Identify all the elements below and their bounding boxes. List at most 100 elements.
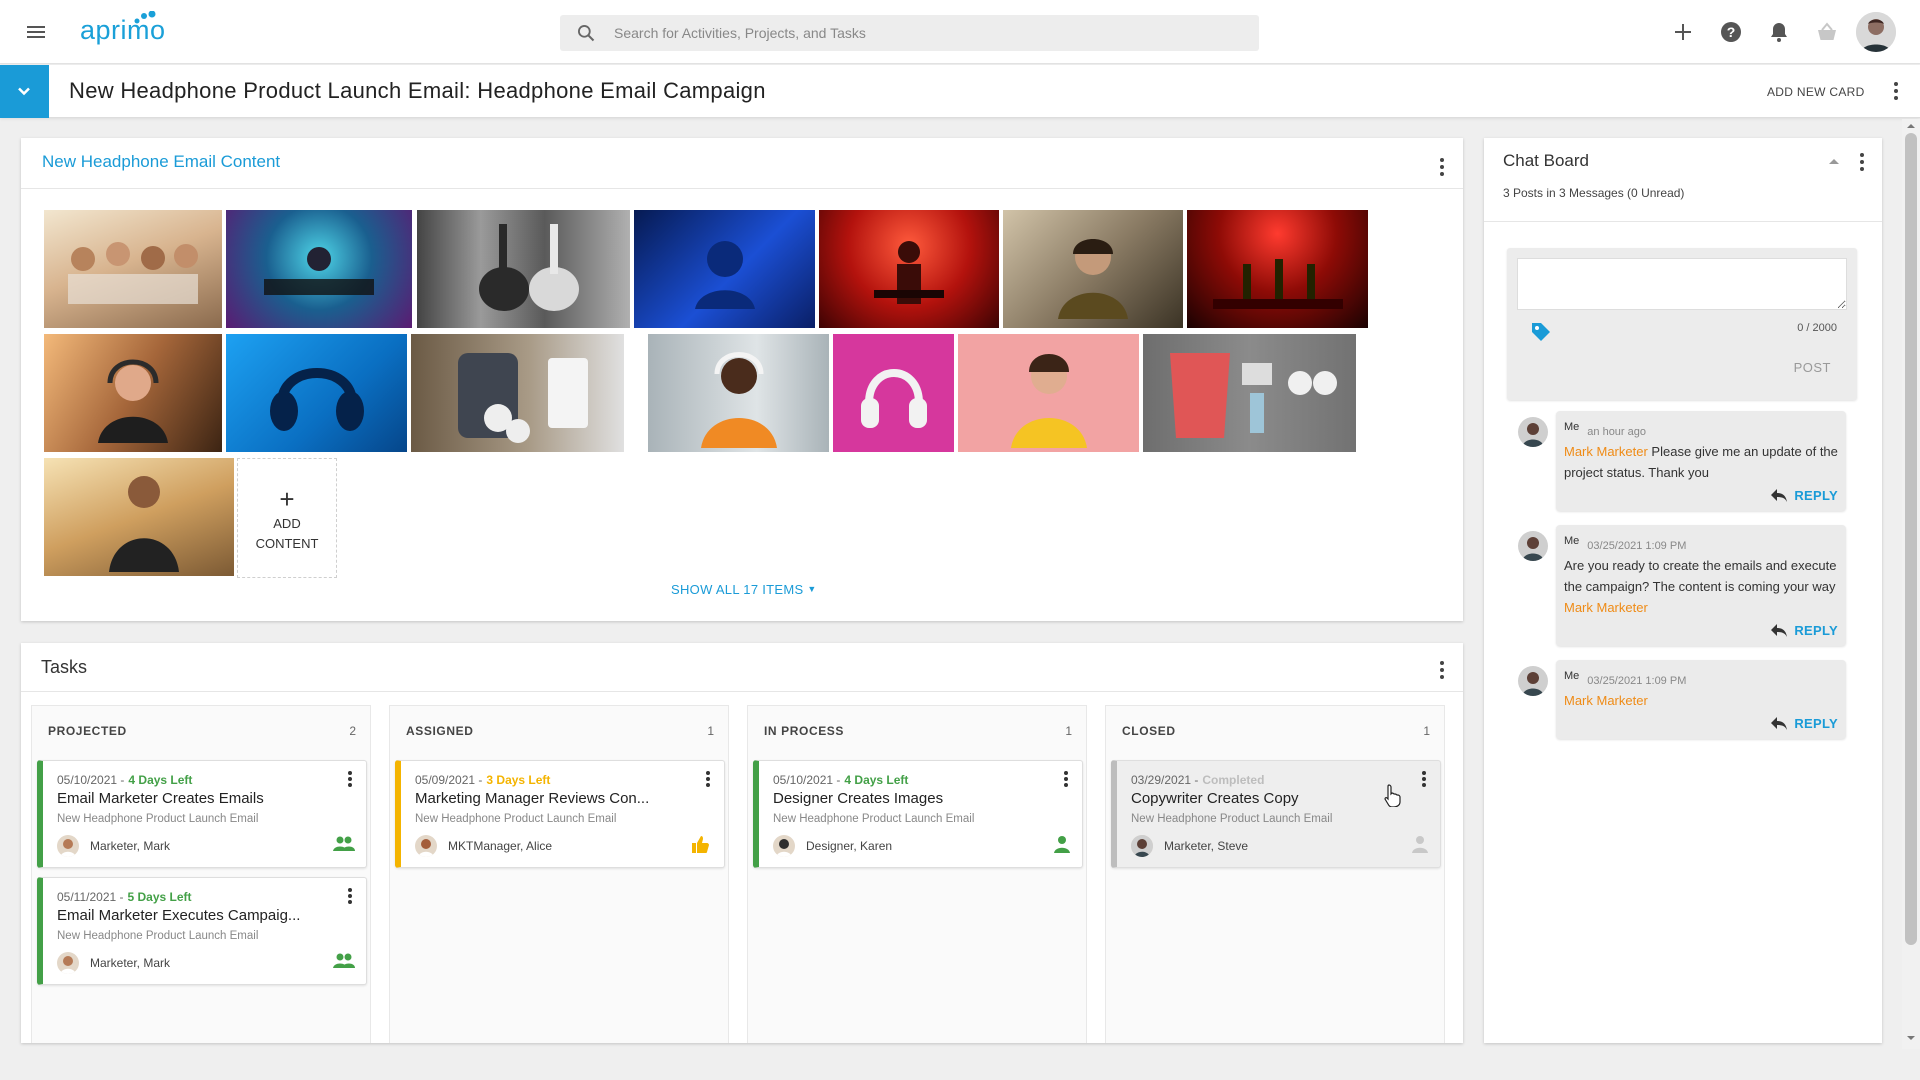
task-meta: 05/11/2021 -5 Days Left [57,890,192,904]
image-thumbnail-band-stage[interactable] [1187,210,1368,328]
image-thumbnail-backpack[interactable] [411,334,624,452]
task-date: 05/10/2021 - [57,773,125,787]
post-button[interactable]: POST [1794,360,1831,375]
help-icon[interactable]: ? [1719,20,1743,44]
basket-icon[interactable] [1815,20,1839,44]
tag-icon[interactable] [1529,320,1553,344]
avatar [1131,835,1153,857]
divider [21,691,1463,692]
page-header: New Headphone Product Launch Email: Head… [0,65,1920,118]
image-thumbnail-headphones-blue[interactable] [226,334,407,452]
chat-message-input[interactable] [1517,258,1847,310]
more-vert-icon[interactable] [1435,659,1449,681]
chevron-down-icon [18,87,30,96]
caret-down-icon: ▼ [807,584,817,594]
plus-icon[interactable] [1671,20,1695,44]
reply-icon [1771,489,1788,502]
top-bar: aprimo ? [0,0,1920,64]
scroll-down-icon[interactable] [1906,1033,1916,1043]
task-due: 5 Days Left [127,890,192,904]
task-assignee: Designer, Karen [806,839,893,853]
image-thumbnail-woman-listening[interactable] [44,334,222,452]
add-new-card-button[interactable]: ADD NEW CARD [1767,85,1865,99]
page-title: New Headphone Product Launch Email: Head… [69,78,766,103]
image-thumbnail-man-headphones[interactable] [648,334,829,452]
char-count: 0 / 2000 [1797,322,1837,334]
task-project: New Headphone Product Launch Email [57,813,259,825]
search-icon [576,23,596,43]
column-title: ASSIGNED [406,724,474,738]
menu-icon[interactable] [24,20,48,44]
image-thumbnail-runner[interactable] [44,458,234,576]
reply-button[interactable]: REPLY [1564,622,1838,638]
image-thumbnail-festival-crowd[interactable] [44,210,222,328]
divider [21,188,1463,189]
more-vert-icon[interactable] [344,886,356,906]
more-vert-icon[interactable] [1435,156,1449,178]
task-date: 05/11/2021 - [57,890,124,904]
task-due: Completed [1202,773,1265,787]
reply-button[interactable]: REPLY [1564,487,1838,503]
task-title: Designer Creates Images [773,790,944,807]
message-body: Are you ready to create the emails and e… [1564,558,1837,594]
more-vert-icon[interactable] [1060,769,1072,789]
scrollbar-thumb[interactable] [1905,133,1917,945]
chat-board-title: Chat Board [1503,151,1589,170]
message-author: Me [1564,421,1580,433]
task-meta: 05/10/2021 -4 Days Left [773,773,908,787]
task-due: 4 Days Left [128,773,193,787]
task-card[interactable]: 05/10/2021 -4 Days Left Email Marketer C… [37,760,367,868]
task-meta: 05/09/2021 -3 Days Left [415,773,550,787]
image-thumbnail-keyboard-player[interactable] [819,210,999,328]
reply-icon [1771,624,1788,637]
person-icon [1410,835,1430,853]
more-vert-icon[interactable] [1418,769,1430,789]
image-thumbnail-guitars[interactable] [417,210,630,328]
avatar [57,952,79,974]
image-thumbnail-woman-phone[interactable] [958,334,1139,452]
avatar [1518,666,1548,696]
image-thumbnail-woman-headset[interactable] [1003,210,1183,328]
more-vert-icon[interactable] [344,769,356,789]
column-title: CLOSED [1122,724,1176,738]
task-project: New Headphone Product Launch Email [1131,813,1333,825]
show-all-items-link[interactable]: SHOW ALL 17 ITEMS ▼ [671,582,817,597]
divider [1484,221,1882,222]
user-mention[interactable]: Mark Marketer [1564,444,1648,459]
chat-composer: 0 / 2000 POST [1507,248,1857,400]
group-icon [332,835,356,853]
task-card[interactable]: 05/11/2021 -5 Days Left Email Marketer E… [37,877,367,985]
svg-text:?: ? [1727,24,1736,40]
scroll-up-icon[interactable] [1906,121,1916,131]
collapse-button[interactable] [0,65,49,118]
bell-icon[interactable] [1767,20,1791,44]
image-thumbnail-headphones-pink[interactable] [833,334,954,452]
plus-icon: + [279,484,295,514]
content-card-title[interactable]: New Headphone Email Content [42,152,280,172]
user-avatar[interactable] [1856,12,1896,52]
add-content-button[interactable]: + ADD CONTENT [237,458,337,578]
reply-button[interactable]: REPLY [1564,715,1838,731]
image-thumbnail-singer[interactable] [634,210,815,328]
image-thumbnail-dj[interactable] [226,210,412,328]
more-vert-icon[interactable] [702,769,714,789]
page-scrollbar[interactable] [1902,119,1920,1049]
message-author: Me [1564,670,1580,682]
task-assignee: Marketer, Mark [90,839,171,853]
task-card[interactable]: 05/10/2021 -4 Days Left Designer Creates… [753,760,1083,868]
tasks-card-title: Tasks [41,657,88,677]
user-mention[interactable]: Mark Marketer [1564,600,1648,615]
person-icon [1052,835,1072,853]
task-date: 05/10/2021 - [773,773,841,787]
chat-summary: 3 Posts in 3 Messages (0 Unread) [1503,186,1685,200]
image-thumbnail-flatlay[interactable] [1143,334,1356,452]
caret-up-icon[interactable] [1827,156,1841,166]
aprimo-logo[interactable]: aprimo [80,11,166,47]
task-card[interactable]: 03/29/2021 - Completed Copywriter Creates… [1111,760,1441,868]
task-card[interactable]: 05/09/2021 -3 Days Left Marketing Manage… [395,760,725,868]
more-vert-icon[interactable] [1855,151,1869,173]
search-input[interactable] [614,15,1244,51]
user-mention[interactable]: Mark Marketer [1564,693,1648,708]
message-time: an hour ago [1587,426,1646,438]
more-vert-icon[interactable] [1886,79,1906,103]
